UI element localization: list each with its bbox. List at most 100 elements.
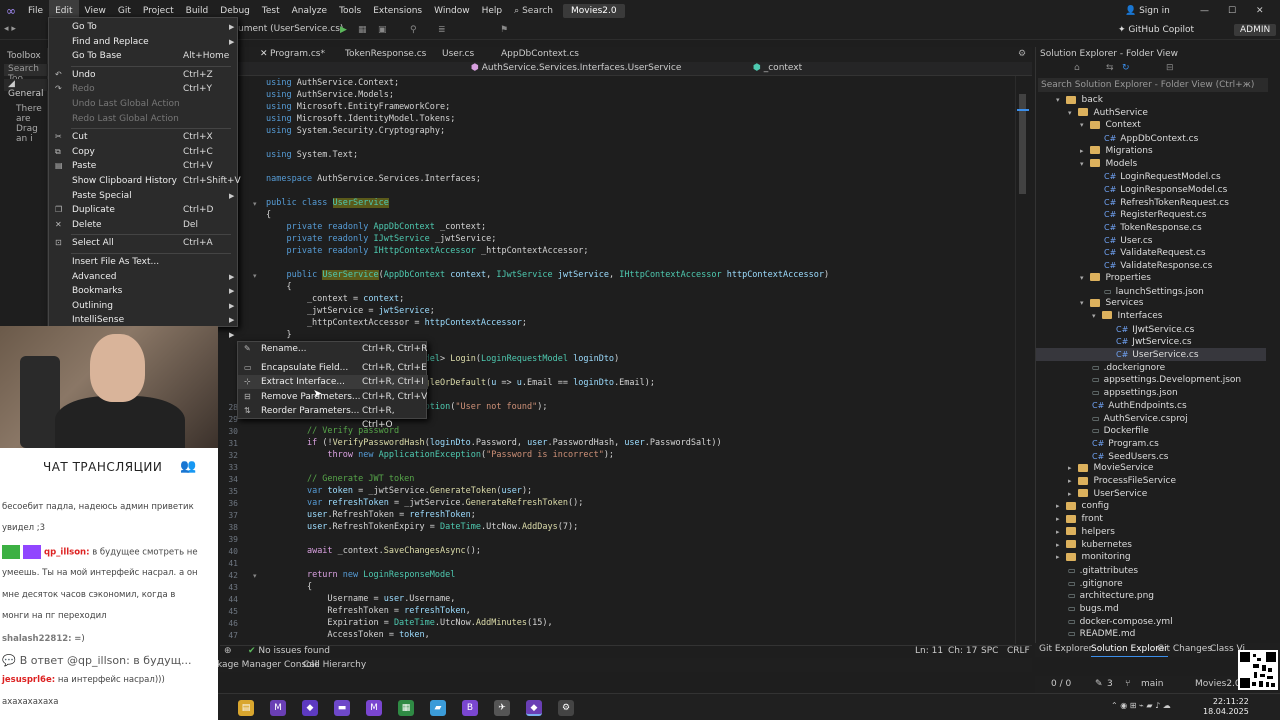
tree-file[interactable]: ▭ appsettings.json	[1036, 386, 1266, 399]
tree-file[interactable]: ▭ bugs.md	[1036, 602, 1266, 615]
menu-extensions[interactable]: Extensions	[367, 0, 428, 22]
tree-folder[interactable]: ▾ Interfaces	[1036, 310, 1266, 323]
expand-arrow-icon[interactable]: ▾	[1080, 121, 1084, 129]
no-issues-indicator[interactable]: ✔ No issues found	[248, 646, 330, 657]
tree-file[interactable]: C# RefreshTokenRequest.cs	[1036, 196, 1266, 209]
tree-file[interactable]: C# AuthEndpoints.cs	[1036, 399, 1266, 412]
collapse-all-icon[interactable]: ⊟	[1166, 63, 1174, 73]
tree-folder[interactable]: ▾ back	[1036, 94, 1266, 107]
sign-in-link[interactable]: 👤 Sign in	[1125, 0, 1170, 22]
char-indicator[interactable]: Ch: 17	[948, 646, 977, 657]
taskbar-app-icon[interactable]: ✈	[494, 700, 510, 716]
taskbar-tool-icon[interactable]: ⚙	[558, 700, 574, 716]
code-line[interactable]: throw new ApplicationException("Password…	[266, 450, 614, 460]
edit-menu-paste[interactable]: ▤ Paste Ctrl+V	[49, 159, 239, 173]
code-line[interactable]: private readonly AppDbContext _context;	[266, 222, 486, 232]
tree-folder[interactable]: ▾ Models	[1036, 158, 1266, 171]
tree-file[interactable]: ▭ .gitignore	[1036, 577, 1266, 590]
code-line[interactable]: user.RefreshToken = refreshToken;	[266, 510, 476, 520]
tree-folder[interactable]: ▸ MovieService	[1036, 462, 1266, 475]
search-box[interactable]: ⌕ Search	[514, 6, 553, 16]
expand-arrow-icon[interactable]: ▸	[1068, 477, 1072, 485]
expand-arrow-icon[interactable]: ▾	[1092, 312, 1096, 320]
menu-analyze[interactable]: Analyze	[286, 0, 333, 22]
edit-menu-outlining[interactable]: Outlining ▶	[49, 299, 239, 313]
tree-file[interactable]: C# JwtService.cs	[1036, 335, 1266, 348]
taskbar-vs-icon-1[interactable]: M	[270, 700, 286, 716]
clock[interactable]: 22:11:22 18.04.2025	[1203, 697, 1249, 717]
tree-file[interactable]: ▭ AuthService.csproj	[1036, 412, 1266, 425]
menu-tools[interactable]: Tools	[333, 0, 367, 22]
code-line[interactable]: {	[266, 210, 271, 220]
build-icon[interactable]: ▣	[378, 25, 387, 35]
code-line[interactable]: public UserService(AppDbContext context,…	[266, 270, 829, 280]
tab-settings-icon[interactable]: ⚙	[1014, 47, 1030, 62]
edit-menu-copy[interactable]: ⧉ Copy Ctrl+C	[49, 145, 239, 159]
refactor-extract-interface[interactable]: ⊹ Extract Interface... Ctrl+R, Ctrl+I	[238, 375, 428, 390]
edit-menu-paste-special[interactable]: Paste Special ▶	[49, 189, 239, 203]
document-combo[interactable]: ument (UserService.cs)	[238, 24, 343, 34]
edit-menu-go-to[interactable]: Go To ▶	[49, 20, 239, 34]
line-indicator[interactable]: Ln: 11	[915, 646, 943, 657]
editor-scrollbar[interactable]	[1015, 76, 1029, 644]
expand-arrow-icon[interactable]: ▸	[1056, 528, 1060, 536]
menu-help[interactable]: Help	[476, 0, 509, 22]
line-ending-indicator[interactable]: CRLF	[1007, 646, 1030, 657]
minimize-button[interactable]: —	[1200, 0, 1209, 22]
member-dropdown[interactable]: ⬢ _context	[753, 63, 802, 73]
menu-test[interactable]: Test	[256, 0, 286, 22]
refactor-reorder-parameters[interactable]: ⇅ Reorder Parameters... Ctrl+R, Ctrl+O	[238, 404, 428, 430]
class-dropdown[interactable]: ⬢ AuthService.Services.Interfaces.UserSe…	[471, 63, 681, 73]
tab-call-hierarchy[interactable]: Call Hierarchy	[303, 658, 366, 672]
code-line[interactable]: _context = context;	[266, 294, 404, 304]
toolbox-search-input[interactable]: Search Too	[4, 64, 48, 84]
code-line[interactable]: Expiration = DateTime.UtcNow.AddMinutes(…	[266, 618, 552, 628]
taskbar-vs-active-icon[interactable]: ◆	[526, 700, 542, 716]
code-line[interactable]: using System.Text;	[266, 150, 358, 160]
branch-name[interactable]: main	[1141, 679, 1164, 689]
code-line[interactable]: namespace AuthService.Services.Interface…	[266, 174, 481, 184]
menu-window[interactable]: Window	[428, 0, 476, 22]
tree-file[interactable]: C# LoginRequestModel.cs	[1036, 170, 1266, 183]
edit-menu-delete[interactable]: ✕ Delete Del	[49, 218, 239, 232]
expand-arrow-icon[interactable]: ▾	[1080, 160, 1084, 168]
tree-folder[interactable]: ▸ UserService	[1036, 488, 1266, 501]
expand-arrow-icon[interactable]: ▾	[1080, 299, 1084, 307]
tree-file[interactable]: ▭ .gitattributes	[1036, 564, 1266, 577]
save-icon[interactable]: ▦	[358, 25, 367, 35]
tree-file[interactable]: C# IJwtService.cs	[1036, 323, 1266, 336]
tray-icons[interactable]: ⌃ ◉ ⊞ ⌁ ▰ ♪ ☁	[1111, 701, 1171, 710]
code-line[interactable]: using AuthService.Models;	[266, 90, 394, 100]
tree-file[interactable]: C# AppDbContext.cs	[1036, 132, 1266, 145]
nav-back-forward[interactable]: ◂ ▸	[4, 24, 34, 34]
expand-arrow-icon[interactable]: ▸	[1056, 515, 1060, 523]
code-line[interactable]: using System.Security.Cryptography;	[266, 126, 445, 136]
edit-menu-show-clipboard-history[interactable]: Show Clipboard History Ctrl+Shift+V	[49, 174, 241, 188]
tree-file[interactable]: C# TokenResponse.cs	[1036, 221, 1266, 234]
tree-file[interactable]: C# UserService.cs	[1036, 348, 1266, 361]
tab-user[interactable]: User.cs	[438, 47, 478, 62]
format-icon[interactable]: ≣	[438, 25, 446, 35]
tab-program[interactable]: Program.cs*	[266, 47, 329, 62]
edit-menu-select-all[interactable]: ⊡ Select All Ctrl+A	[49, 236, 239, 250]
taskbar-vs-icon-5[interactable]: B	[462, 700, 478, 716]
tab-git-explorer[interactable]: Git Explorer	[1039, 643, 1092, 656]
github-copilot-button[interactable]: ✦ GitHub Copilot	[1118, 25, 1194, 35]
taskbar-notes-icon[interactable]: ▰	[430, 700, 446, 716]
refactor-remove-parameters[interactable]: ⊟ Remove Parameters... Ctrl+R, Ctrl+V	[238, 390, 428, 404]
code-line[interactable]: using Microsoft.EntityFrameworkCore;	[266, 102, 450, 112]
bookmark-icon[interactable]: ⚑	[500, 25, 508, 35]
maximize-button[interactable]: ☐	[1228, 0, 1236, 22]
code-line[interactable]: private readonly IHttpContextAccessor _h…	[266, 246, 588, 256]
diagnostics-icon[interactable]: ⚲	[410, 25, 417, 35]
expand-arrow-icon[interactable]: ▾	[1080, 274, 1084, 282]
tree-file[interactable]: C# ValidateResponse.cs	[1036, 259, 1266, 272]
code-line[interactable]: using AuthService.Context;	[266, 78, 399, 88]
code-line[interactable]: var token = _jwtService.GenerateToken(us…	[266, 486, 532, 496]
tab-git-changes[interactable]: Git Changes	[1157, 643, 1212, 656]
tree-folder[interactable]: ▸ config	[1036, 500, 1266, 513]
tree-folder[interactable]: ▾ AuthService	[1036, 107, 1266, 120]
taskbar-vs-icon-2[interactable]: ◆	[302, 700, 318, 716]
code-line[interactable]: // Generate JWT token	[266, 474, 414, 484]
pending-changes-count[interactable]: 3	[1107, 679, 1113, 689]
